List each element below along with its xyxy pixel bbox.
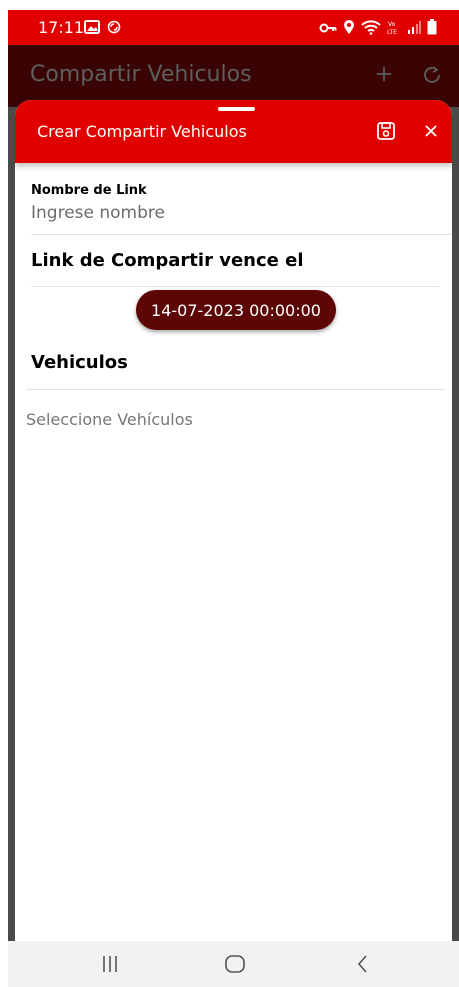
system-nav-bar — [8, 941, 459, 987]
app-title: Compartir Vehiculos — [30, 62, 252, 87]
expiry-date-button[interactable]: 14-07-2023 00:00:00 — [136, 290, 336, 330]
svg-text:Vo: Vo — [388, 21, 396, 28]
home-icon[interactable] — [220, 951, 250, 977]
svg-text:LTE: LTE — [387, 29, 397, 35]
status-time: 17:11 — [38, 18, 85, 37]
divider — [31, 286, 439, 287]
sheet-title: Crear Compartir Vehiculos — [37, 122, 247, 141]
sheet-header: Crear Compartir Vehiculos — [15, 100, 452, 163]
volte-lte-icon: Vo LTE — [387, 19, 401, 40]
wifi-icon — [361, 19, 381, 40]
divider — [31, 234, 452, 235]
sync-icon — [106, 19, 122, 40]
drag-handle[interactable] — [218, 107, 255, 111]
add-icon[interactable] — [373, 63, 395, 90]
vpn-key-icon — [319, 21, 337, 39]
recents-icon[interactable] — [95, 951, 125, 977]
link-name-input[interactable] — [31, 201, 441, 225]
battery-icon — [427, 19, 437, 40]
app-bar: Compartir Vehiculos — [8, 45, 459, 107]
close-icon[interactable] — [420, 120, 442, 142]
location-icon — [343, 19, 355, 40]
link-name-label: Nombre de Link — [31, 183, 147, 198]
save-icon[interactable] — [375, 120, 397, 142]
status-bar: 17:11 Vo LTE — [8, 10, 459, 45]
signal-icon — [407, 20, 421, 39]
vehicles-label: Vehiculos — [31, 352, 128, 373]
vehicles-select[interactable]: Seleccione Vehículos — [26, 410, 193, 429]
phone-screen: 17:11 Vo LTE Compartir Vehiculos Crear C… — [8, 10, 459, 987]
back-icon[interactable] — [348, 951, 378, 977]
refresh-icon[interactable] — [421, 63, 443, 90]
create-share-sheet: Crear Compartir Vehiculos Nombre de Link… — [15, 100, 452, 987]
divider — [26, 389, 445, 390]
gallery-icon — [84, 19, 100, 40]
expiry-label: Link de Compartir vence el — [31, 250, 304, 271]
